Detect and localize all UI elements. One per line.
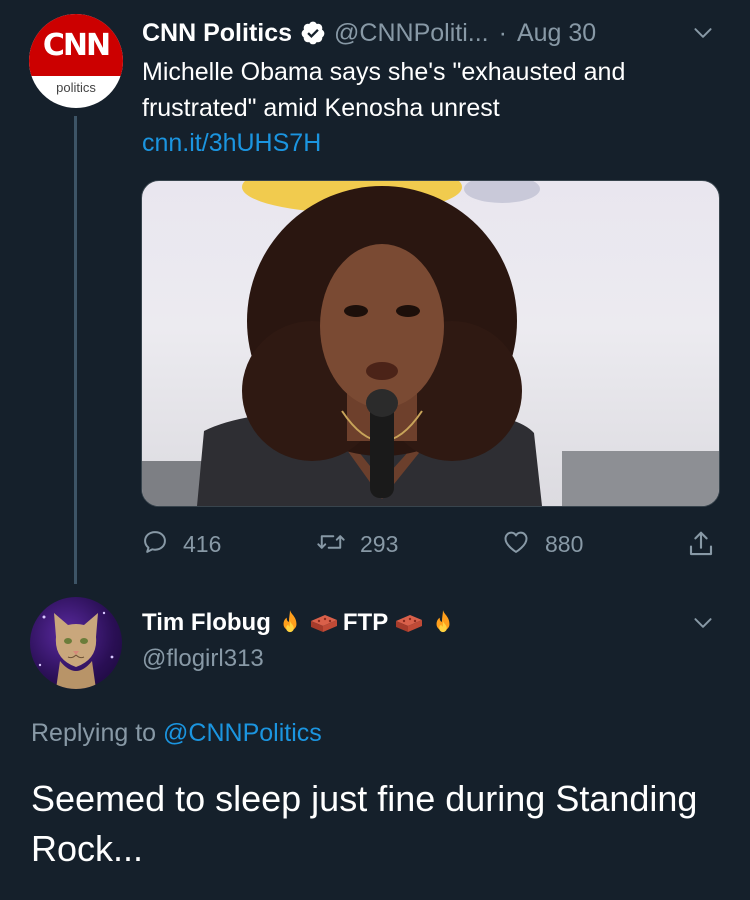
- header-separator: ·: [498, 18, 507, 47]
- name-tag-text: FTP: [342, 609, 389, 636]
- tweet-actions: 416 293 880: [141, 524, 721, 564]
- retweet-icon: [316, 528, 346, 561]
- author-name[interactable]: CNN Politics: [142, 19, 292, 48]
- brick-emoji-icon: [394, 612, 424, 634]
- thread-connector-line: [74, 116, 77, 584]
- reply-author-name[interactable]: Tim Flobug: [142, 609, 271, 637]
- retweet-action[interactable]: 293: [316, 524, 398, 564]
- reply-author-line: Tim Flobug FTP: [142, 603, 456, 643]
- author-handle[interactable]: @CNNPoliti...: [334, 19, 489, 48]
- avatar-sub-text: politics: [56, 80, 96, 95]
- chevron-down-icon[interactable]: [690, 610, 716, 641]
- tweet-date[interactable]: Aug 30: [517, 19, 596, 48]
- brick-emoji-icon: [309, 612, 339, 634]
- replying-to-line: Replying to @CNNPolitics: [31, 719, 322, 748]
- fire-emoji-icon: [277, 609, 303, 637]
- retweet-count: 293: [360, 530, 399, 557]
- reply-count: 416: [183, 530, 222, 557]
- tweet-text: Michelle Obama says she's "exhausted and…: [142, 58, 626, 122]
- tweet-photo[interactable]: [141, 180, 720, 507]
- verified-badge-icon: [300, 20, 326, 46]
- tweet-link[interactable]: cnn.it/3hUHS7H: [142, 129, 321, 158]
- cnn-politics-avatar[interactable]: CNN politics: [29, 14, 123, 108]
- avatar-logo-text: CNN: [42, 28, 111, 63]
- reply-author-handle[interactable]: @flogirl313: [142, 645, 264, 673]
- replying-prefix: Replying to: [31, 719, 157, 747]
- fire-emoji-icon: [430, 609, 456, 637]
- reply-bubble-icon: [141, 528, 169, 561]
- chevron-down-icon[interactable]: [690, 20, 716, 51]
- replying-mention[interactable]: @CNNPolitics: [163, 719, 322, 747]
- reply-text: Seemed to sleep just fine during Standin…: [31, 778, 698, 869]
- reply-action[interactable]: 416: [141, 524, 221, 564]
- like-count: 880: [545, 530, 584, 557]
- like-action[interactable]: 880: [501, 524, 583, 564]
- tim-flobug-avatar[interactable]: [30, 597, 122, 689]
- share-icon[interactable]: [686, 524, 716, 564]
- heart-icon: [501, 528, 531, 561]
- tweet-header: CNN Politics @CNNPoliti... · Aug 30: [142, 16, 596, 50]
